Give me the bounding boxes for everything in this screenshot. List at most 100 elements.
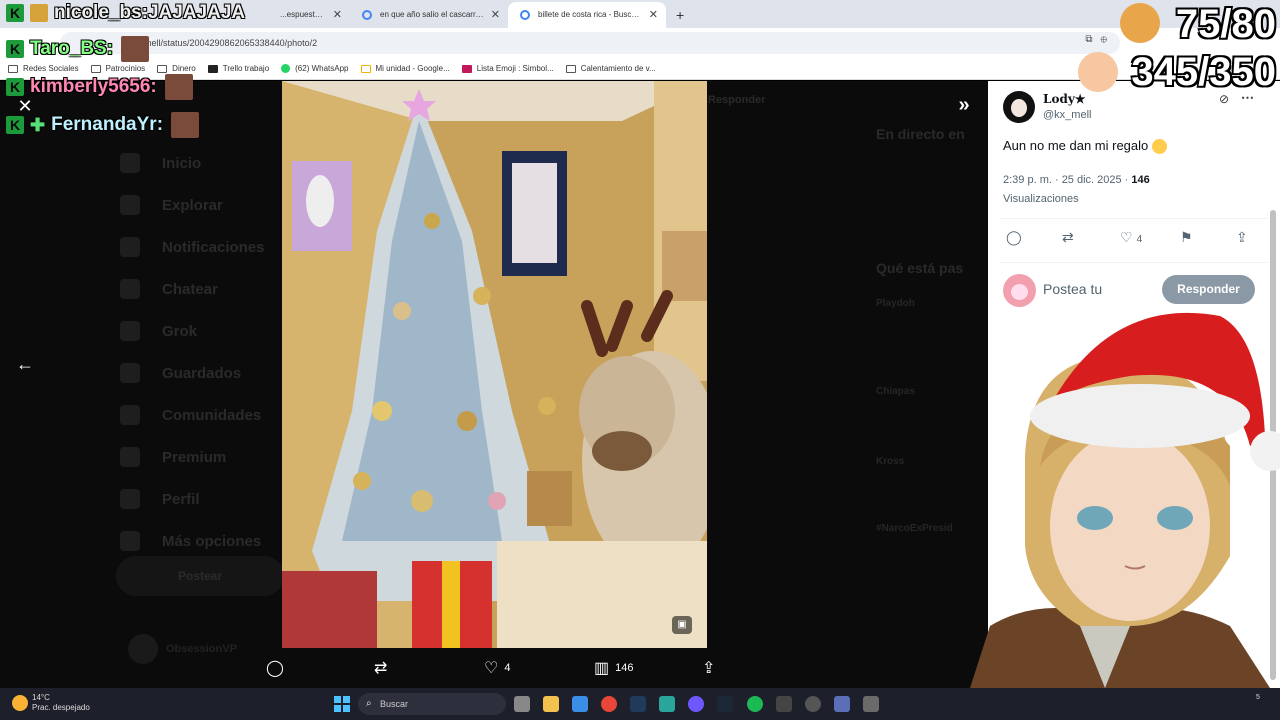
tweet-photo[interactable] xyxy=(282,81,707,648)
calculator-icon[interactable] xyxy=(863,696,879,712)
address-bar[interactable]: kx_mell/status/2004290862065338440/photo… xyxy=(60,32,1120,54)
obs-icon[interactable] xyxy=(805,696,821,712)
nav-bookmarks[interactable]: Guardados xyxy=(120,352,265,394)
chat-message: K nicole_bs : JAJAJAJA xyxy=(6,0,245,26)
trend-item[interactable]: Kross xyxy=(876,456,904,467)
christmas-tree-photo xyxy=(282,81,707,648)
nav-label: Perfil xyxy=(162,490,200,508)
nav-explore[interactable]: Explorar xyxy=(120,184,265,226)
photo-like-button[interactable]: ♡ 4 xyxy=(484,656,510,680)
display-name[interactable]: Lody★ xyxy=(1043,92,1086,106)
nav-home[interactable]: Inicio xyxy=(120,142,265,184)
nav-communities[interactable]: Comunidades xyxy=(120,394,265,436)
more-icon xyxy=(120,531,140,551)
post-button[interactable]: Postear xyxy=(116,556,284,596)
reply-icon[interactable]: ◯ xyxy=(1006,229,1022,246)
folder-icon xyxy=(565,64,576,73)
tab-2[interactable]: ...espuestas de Ch ✕ xyxy=(250,2,350,28)
photoshop-icon[interactable] xyxy=(630,696,646,712)
nav-label: Comunidades xyxy=(162,406,262,424)
nav-premium[interactable]: Premium xyxy=(120,436,265,478)
share-icon: ⇪ xyxy=(702,660,716,677)
tab-3[interactable]: en que año salio el cascarrabias ✕ xyxy=(350,2,508,28)
reply-input[interactable]: Postea tu xyxy=(1043,281,1102,297)
tweet-timestamp[interactable]: 2:39 p. m. · 25 dic. 2025 · xyxy=(1003,174,1131,186)
photo-share-button[interactable]: ⇪ xyxy=(702,656,721,680)
like-button[interactable]: ♡ 4 xyxy=(1120,229,1142,246)
sad-face-emoji-icon xyxy=(1152,139,1168,155)
trends-heading: Qué está pas xyxy=(876,260,964,276)
nav-notifications[interactable]: Notificaciones xyxy=(120,226,265,268)
tab-label: billete de costa rica - Buscar co xyxy=(538,10,650,19)
system-tray[interactable]: 5 xyxy=(1256,694,1260,701)
repost-icon[interactable]: ⇄ xyxy=(1062,229,1074,246)
photo-reply-button[interactable]: ◯ xyxy=(266,656,290,680)
trello-icon xyxy=(207,64,218,73)
task-view-icon[interactable] xyxy=(514,696,530,712)
chat-username: FernandaYr xyxy=(51,114,157,135)
nav-chat[interactable]: Chatear xyxy=(120,268,265,310)
app-icon[interactable] xyxy=(776,696,792,712)
bookmark-drive[interactable]: Mi unidad - Google... xyxy=(360,64,450,73)
folder-icon xyxy=(157,64,168,73)
chat-message: K kimberly5656 : xyxy=(6,74,193,100)
share-icon[interactable]: ⇪ xyxy=(1236,229,1248,246)
folder-icon xyxy=(90,64,101,73)
kick-badge-icon: K xyxy=(6,78,24,96)
zoom-icon[interactable]: ⊕ xyxy=(1100,34,1115,45)
search-icon xyxy=(120,195,140,215)
kick-badge-icon: K xyxy=(6,40,24,58)
nav-label: Explorar xyxy=(162,196,223,214)
chat-username: nicole_bs xyxy=(54,2,142,23)
tweet-actions: ◯ ⇄ ♡ 4 ⚑ ⇪ xyxy=(1006,229,1260,251)
bookmark-calentamiento[interactable]: Calentamiento de v... xyxy=(565,64,656,73)
nav-label: Inicio xyxy=(162,154,202,172)
tab-4[interactable]: billete de costa rica - Buscar co ✕ xyxy=(508,2,666,28)
bookmark-label: Trello trabajo xyxy=(222,64,270,73)
cast-icon[interactable]: ⧉ xyxy=(1085,34,1100,45)
google-icon xyxy=(520,10,530,20)
divider xyxy=(1000,218,1268,219)
photo-views-button[interactable]: ▥ 146 xyxy=(594,656,633,680)
photo-repost-button[interactable]: ⇄ xyxy=(374,656,393,680)
bookmark-whatsapp[interactable]: (62) WhatsApp xyxy=(281,64,349,73)
tweet-text: Aun no me dan mi regalo xyxy=(1003,138,1168,155)
bookmark-redes[interactable]: Redes Sociales xyxy=(8,64,79,73)
chrome-icon[interactable] xyxy=(601,696,617,712)
new-tab-button[interactable]: + xyxy=(666,2,694,28)
steam-icon[interactable] xyxy=(717,696,733,712)
trend-item[interactable]: Playdoh xyxy=(876,298,915,309)
trend-item[interactable]: Chiapas xyxy=(876,386,915,397)
store-icon[interactable] xyxy=(572,696,588,712)
bookmark-patrocinios[interactable]: Patrocinios xyxy=(90,64,145,73)
avatar[interactable] xyxy=(1003,91,1035,123)
user-icon xyxy=(120,489,140,509)
vegas-icon[interactable] xyxy=(659,696,675,712)
like-count: 4 xyxy=(504,662,511,674)
bookmark-icon[interactable]: ⚑ xyxy=(1180,229,1193,246)
alt-badge-icon[interactable]: ▣ xyxy=(672,616,692,634)
whatsapp-icon xyxy=(281,64,291,73)
windows-start-icon[interactable] xyxy=(334,696,350,712)
tab-close-icon[interactable]: ✕ xyxy=(491,2,500,28)
nav-label: Chatear xyxy=(162,280,218,298)
arrow-left-icon[interactable]: ← xyxy=(14,353,36,375)
divider xyxy=(1000,262,1268,263)
tab-close-icon[interactable]: ✕ xyxy=(649,2,658,28)
app-v-icon[interactable] xyxy=(834,696,850,712)
chat-text: JAJAJAJA xyxy=(147,2,246,23)
user-handle[interactable]: @kx_mell xyxy=(1043,109,1091,121)
discord-icon[interactable] xyxy=(688,696,704,712)
nav-grok[interactable]: Grok xyxy=(120,310,265,352)
file-explorer-icon[interactable] xyxy=(543,696,559,712)
taskbar-search[interactable]: ⌕ Buscar xyxy=(358,693,506,715)
account-switcher[interactable]: ObsessionVP xyxy=(128,634,237,664)
bookmark-emoji[interactable]: Lista Emoji : Simbol... xyxy=(461,64,554,73)
bookmark-dinero[interactable]: Dinero xyxy=(157,64,196,73)
spotify-icon[interactable] xyxy=(747,696,763,712)
tab-close-icon[interactable]: ✕ xyxy=(333,2,342,28)
bookmark-trello[interactable]: Trello trabajo xyxy=(207,64,270,73)
nav-profile[interactable]: Perfil xyxy=(120,478,265,520)
collapse-panel-icon[interactable]: » xyxy=(952,94,976,118)
weather-widget[interactable]: 14°C Prac. despejado xyxy=(12,693,90,713)
